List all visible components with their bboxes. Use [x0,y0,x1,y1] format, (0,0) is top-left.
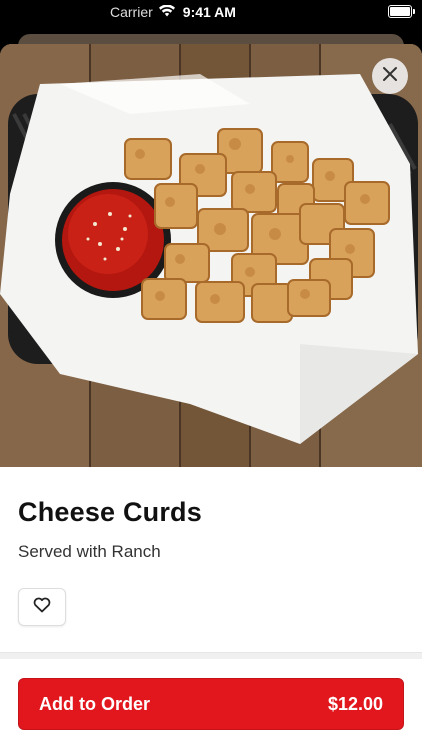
status-left: Carrier 9:41 AM [110,4,236,20]
add-to-order-label: Add to Order [39,693,150,714]
favorite-button[interactable] [18,588,66,626]
close-button[interactable] [372,58,408,94]
clock: 9:41 AM [182,4,236,20]
item-image [0,44,422,467]
battery-icon [388,5,415,18]
wifi-icon [158,4,175,20]
carrier-label: Carrier [110,4,153,20]
item-description: Served with Ranch [18,542,161,561]
close-icon [382,66,398,87]
heart-icon [33,597,51,618]
screen: Carrier 9:41 AM Cheese Curds Served with… [0,0,422,750]
item-price: $12.00 [327,693,383,714]
food-photo [0,44,422,467]
status-bar: Carrier 9:41 AM [0,0,422,26]
item-title: Cheese Curds [18,497,202,527]
add-to-order-button[interactable]: Add to Order $12.00 [18,678,404,730]
footer-divider [0,652,422,659]
item-detail-sheet: Cheese Curds Served with Ranch Add to Or… [0,44,422,750]
item-details: Cheese Curds Served with Ranch [0,497,422,626]
